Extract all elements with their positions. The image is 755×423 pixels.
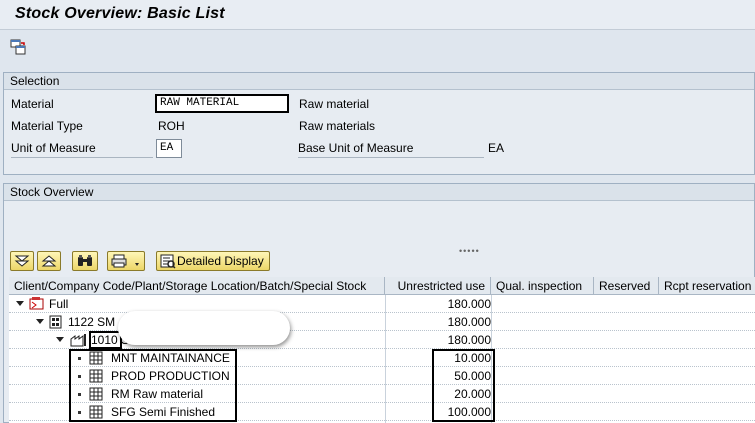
column-header-rcpt-reservation[interactable]: Rcpt reservation <box>659 277 755 295</box>
column-header-qual-inspection[interactable]: Qual. inspection <box>491 277 594 295</box>
detailed-display-label: Detailed Display <box>177 254 264 268</box>
material-type-label: Material Type <box>11 119 83 133</box>
row-unrestricted-value: 50.000 <box>454 369 491 383</box>
base-unit-label: Base Unit of Measure <box>298 139 484 158</box>
plant-icon <box>70 333 88 350</box>
row-label: 1122 SM <box>68 315 116 329</box>
row-unrestricted-value: 10.000 <box>454 351 491 365</box>
grid-header: Client/Company Code/Plant/Storage Locati… <box>9 277 755 295</box>
find-button[interactable] <box>72 251 98 271</box>
expand-all-button[interactable] <box>10 251 34 271</box>
row-label: Full <box>49 297 69 311</box>
row-label: PROD PRODUCTION <box>111 369 230 383</box>
table-row[interactable]: PROD PRODUCTION 50.000 <box>9 367 755 385</box>
storage-location-icon <box>89 405 104 422</box>
column-header-unrestricted[interactable]: Unrestricted use <box>385 277 491 295</box>
print-button[interactable] <box>107 251 145 271</box>
detailed-display-button[interactable]: Detailed Display <box>156 251 270 271</box>
row-unrestricted-value: 100.000 <box>447 405 491 419</box>
page-title: Stock Overview: Basic List <box>15 5 225 22</box>
row-unrestricted-value: 180.000 <box>447 333 491 347</box>
table-row[interactable]: RM Raw material 20.000 <box>9 385 755 403</box>
base-unit-value: EA <box>488 141 505 155</box>
storage-location-icon <box>89 387 104 404</box>
client-node-icon <box>29 296 45 314</box>
collapse-node-icon[interactable] <box>16 301 24 306</box>
material-description: Raw material <box>299 97 370 111</box>
unit-of-measure-label: Unit of Measure <box>11 139 153 158</box>
storage-location-icon <box>89 351 104 368</box>
redaction-blob <box>118 311 290 345</box>
storage-location-icon <box>89 369 104 386</box>
multi-window-icon[interactable] <box>10 39 28 56</box>
table-row[interactable]: Full 180.000 <box>9 295 755 313</box>
table-row[interactable]: MNT MAINTAINANCE 10.000 <box>9 349 755 367</box>
stock-tree-grid: Client/Company Code/Plant/Storage Locati… <box>9 277 755 423</box>
collapse-node-icon[interactable] <box>36 319 44 324</box>
unit-of-measure-input[interactable]: EA <box>156 139 182 158</box>
splitter-handle[interactable]: ••••• <box>459 246 480 256</box>
column-header-reserved[interactable]: Reserved <box>594 277 659 295</box>
selection-header: Selection <box>4 73 754 90</box>
title-bar: Stock Overview: Basic List <box>0 0 755 30</box>
stock-overview-header: Stock Overview <box>4 184 754 201</box>
row-label: MNT MAINTAINANCE <box>111 351 230 365</box>
table-row[interactable]: SFG Semi Finished 100.000 <box>9 403 755 421</box>
company-code-icon <box>49 315 63 332</box>
row-unrestricted-value: 180.000 <box>447 297 491 311</box>
selection-group: Selection <box>3 72 755 175</box>
column-header-hierarchy[interactable]: Client/Company Code/Plant/Storage Locati… <box>9 277 385 295</box>
collapse-all-button[interactable] <box>37 251 61 271</box>
material-type-value: ROH <box>158 119 185 133</box>
row-label: RM Raw material <box>111 387 204 401</box>
material-label: Material <box>11 97 54 111</box>
application-toolbar <box>0 31 755 65</box>
row-unrestricted-value: 180.000 <box>447 315 491 329</box>
row-label: SFG Semi Finished <box>111 405 216 419</box>
material-input[interactable]: RAW MATERIAL <box>155 94 289 113</box>
collapse-node-icon[interactable] <box>56 337 64 342</box>
material-type-description: Raw materials <box>299 119 376 133</box>
row-unrestricted-value: 20.000 <box>454 387 491 401</box>
